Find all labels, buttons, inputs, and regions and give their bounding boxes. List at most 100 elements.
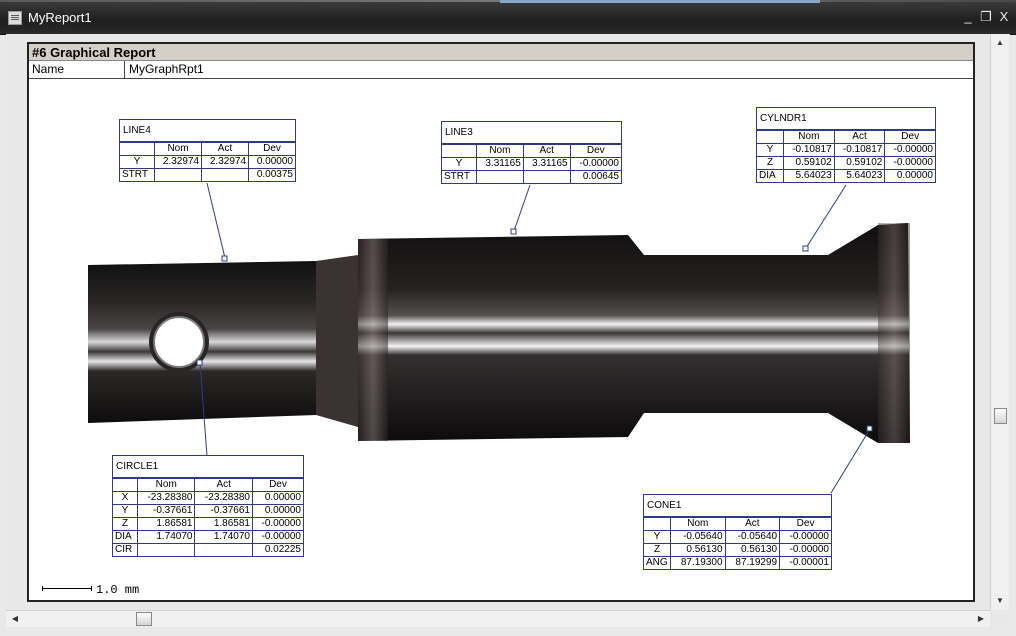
line4-callout: LINE4 Nom Act Dev Y 2.32974 2.32974 0.00… xyxy=(119,119,296,182)
scroll-up-arrow-icon[interactable]: ▲ xyxy=(991,36,1009,50)
axis-cell: DIA xyxy=(113,530,138,544)
header-cell: Dev xyxy=(779,517,831,531)
act-cell: 3.31165 xyxy=(522,157,571,171)
nom-cell: 1.74070 xyxy=(136,530,196,544)
nom-cell: -0.10817 xyxy=(783,143,835,157)
act-cell: 0.56130 xyxy=(724,543,781,557)
restore-button[interactable]: ❐ xyxy=(978,9,994,25)
header-cell: Act xyxy=(522,144,571,158)
header-cell: Act xyxy=(724,517,781,531)
nom-cell: -0.05640 xyxy=(670,530,726,544)
close-button[interactable]: X xyxy=(996,9,1012,25)
line3-title: LINE3 xyxy=(442,122,621,144)
cone1-table: Nom Act Dev Y -0.05640 -0.05640 -0.00000… xyxy=(644,517,831,569)
axis-cell: Y xyxy=(113,504,138,518)
act-cell xyxy=(522,170,571,183)
header-cell: Act xyxy=(194,478,253,492)
name-label: Name xyxy=(32,62,65,76)
circle1-callout: CIRCLE1 Nom Act Dev X -23.28380 -23.2838… xyxy=(112,455,304,557)
scale-line xyxy=(42,588,92,589)
header-cell: Nom xyxy=(136,478,196,492)
header-cell xyxy=(113,478,138,492)
nom-cell: 5.64023 xyxy=(783,169,835,182)
titlebar-accent xyxy=(500,0,820,3)
window-titlebar[interactable]: MyReport1 _ ❐ X xyxy=(0,0,1016,35)
scale-tick-right xyxy=(91,586,92,591)
scroll-right-arrow-icon[interactable]: ▶ xyxy=(974,611,988,627)
minimize-button[interactable]: _ xyxy=(960,9,976,25)
vertical-scrollbar[interactable]: ▲ ▼ xyxy=(990,34,1009,610)
scroll-left-arrow-icon[interactable]: ◀ xyxy=(8,611,22,627)
header-cell: Act xyxy=(201,142,250,156)
dev-cell: -0.00000 xyxy=(884,143,935,157)
act-cell xyxy=(201,168,250,181)
header-cell xyxy=(120,142,155,156)
scroll-down-arrow-icon[interactable]: ▼ xyxy=(991,594,1009,608)
dev-cell: -0.00000 xyxy=(569,157,621,171)
nom-cell: 2.32974 xyxy=(153,155,203,169)
header-cell: Dev xyxy=(251,478,303,492)
dev-cell: 0.02225 xyxy=(251,543,303,556)
nom-cell xyxy=(136,543,196,556)
dev-cell: 0.00000 xyxy=(884,169,935,182)
report-header: #6 Graphical Report xyxy=(29,44,973,61)
axis-cell: X xyxy=(113,491,138,505)
axis-cell: STRT xyxy=(120,168,155,181)
nom-cell: 3.31165 xyxy=(476,157,524,171)
axis-cell: Y xyxy=(442,157,477,171)
dev-cell: 0.00645 xyxy=(569,170,621,183)
act-cell: 1.74070 xyxy=(194,530,253,544)
scale-bar xyxy=(42,586,92,591)
nom-cell: 1.86581 xyxy=(136,517,196,531)
circle1-title: CIRCLE1 xyxy=(113,456,303,478)
axis-cell: ANG xyxy=(644,556,671,569)
act-cell: -0.05640 xyxy=(724,530,781,544)
act-cell: 5.64023 xyxy=(833,169,886,182)
dev-cell: 0.00000 xyxy=(251,491,303,505)
cylndr1-table: Nom Act Dev Y -0.10817 -0.10817 -0.00000… xyxy=(757,130,935,182)
dev-cell: -0.00000 xyxy=(779,530,831,544)
nom-cell: -0.37661 xyxy=(136,504,196,518)
axis-cell: Y xyxy=(757,143,784,157)
line3-table: Nom Act Dev Y 3.31165 3.31165 -0.00000 S… xyxy=(442,144,621,183)
line3-callout: LINE3 Nom Act Dev Y 3.31165 3.31165 -0.0… xyxy=(441,121,622,184)
dev-cell: 0.00375 xyxy=(248,168,295,181)
line4-title: LINE4 xyxy=(120,120,295,142)
cone1-callout: CONE1 Nom Act Dev Y -0.05640 -0.05640 -0… xyxy=(643,494,832,570)
axis-cell: Z xyxy=(644,543,671,557)
horizontal-scrollbar[interactable]: ◀ ▶ xyxy=(6,610,990,627)
circle1-table: Nom Act Dev X -23.28380 -23.28380 0.0000… xyxy=(113,478,303,556)
report-icon[interactable] xyxy=(8,11,22,25)
report-name-row: Name MyGraphRpt1 xyxy=(29,61,973,79)
dev-cell: -0.00000 xyxy=(251,530,303,544)
horizontal-scroll-thumb[interactable] xyxy=(136,612,152,626)
nom-cell: 0.59102 xyxy=(783,156,835,170)
dev-cell: -0.00000 xyxy=(779,543,831,557)
nom-cell: -23.28380 xyxy=(136,491,196,505)
axis-cell: Z xyxy=(113,517,138,531)
vertical-scroll-thumb[interactable] xyxy=(994,408,1007,424)
axis-cell: Y xyxy=(644,530,671,544)
act-cell xyxy=(194,543,253,556)
name-value: MyGraphRpt1 xyxy=(129,62,204,76)
header-cell: Dev xyxy=(569,144,621,158)
nom-cell xyxy=(476,170,524,183)
part-image xyxy=(88,223,910,443)
axis-cell: Y xyxy=(120,155,155,169)
window-title: MyReport1 xyxy=(28,10,92,25)
name-divider xyxy=(124,61,125,78)
axis-cell: DIA xyxy=(757,169,784,182)
act-cell: 1.86581 xyxy=(194,517,253,531)
header-cell: Dev xyxy=(248,142,295,156)
act-cell: 87.19299 xyxy=(724,556,781,569)
cone1-title: CONE1 xyxy=(644,495,831,517)
header-cell: Act xyxy=(833,130,886,144)
line4-table: Nom Act Dev Y 2.32974 2.32974 0.00000 ST… xyxy=(120,142,295,181)
dev-cell: 0.00000 xyxy=(248,155,295,169)
header-cell: Nom xyxy=(783,130,835,144)
act-cell: 0.59102 xyxy=(833,156,886,170)
dev-cell: 0.00000 xyxy=(251,504,303,518)
header-cell: Nom xyxy=(476,144,524,158)
dev-cell: -0.00000 xyxy=(884,156,935,170)
act-cell: 2.32974 xyxy=(201,155,250,169)
